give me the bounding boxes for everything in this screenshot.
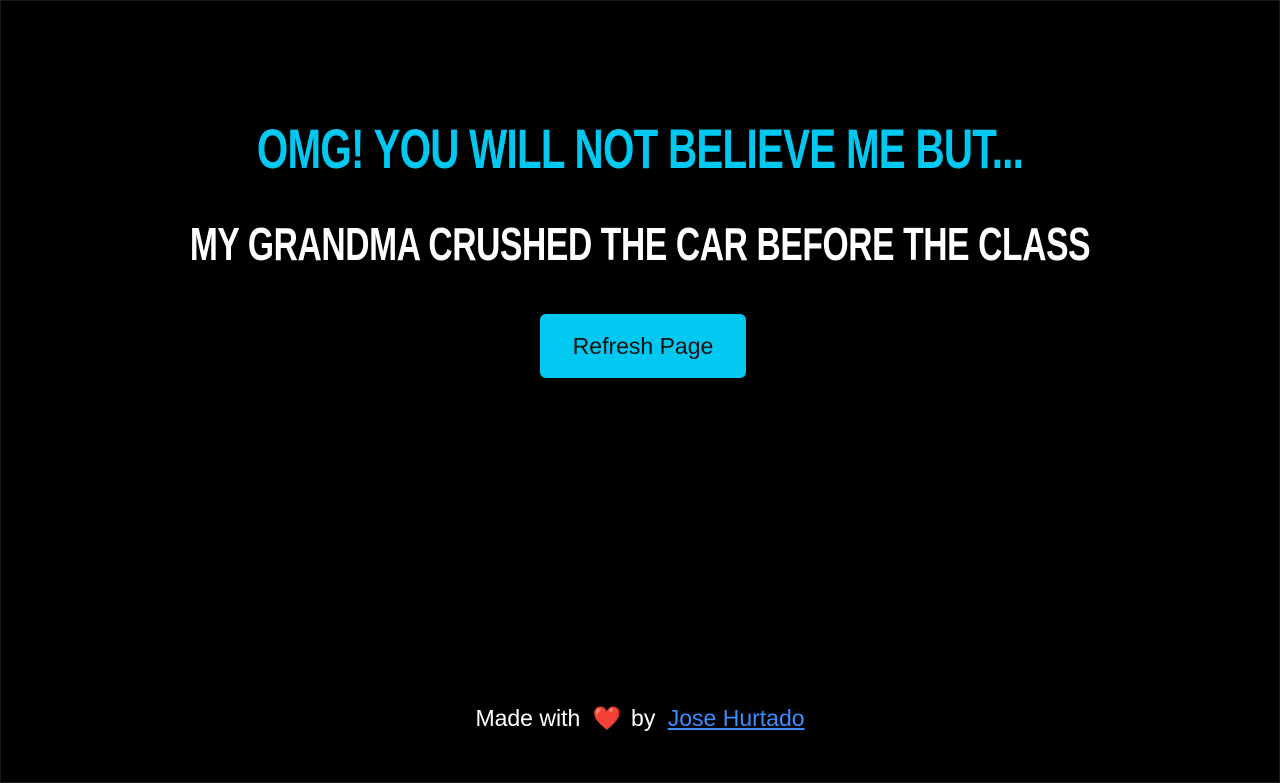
footer: Made with ❤️ by Jose Hurtado [1,701,1279,735]
headline: OMG! YOU WILL NOT BELIEVE ME BUT... [256,117,1024,180]
author-link[interactable]: Jose Hurtado [668,705,805,731]
excuse-text: MY GRANDMA CRUSHED THE CAR BEFORE THE CL… [189,218,1091,270]
heart-icon: ❤️ [592,705,622,731]
footer-made-with-text: Made with [475,705,581,731]
refresh-page-button[interactable]: Refresh Page [540,314,746,378]
page: OMG! YOU WILL NOT BELIEVE ME BUT... MY G… [0,0,1280,783]
footer-by-text: by [631,705,656,731]
